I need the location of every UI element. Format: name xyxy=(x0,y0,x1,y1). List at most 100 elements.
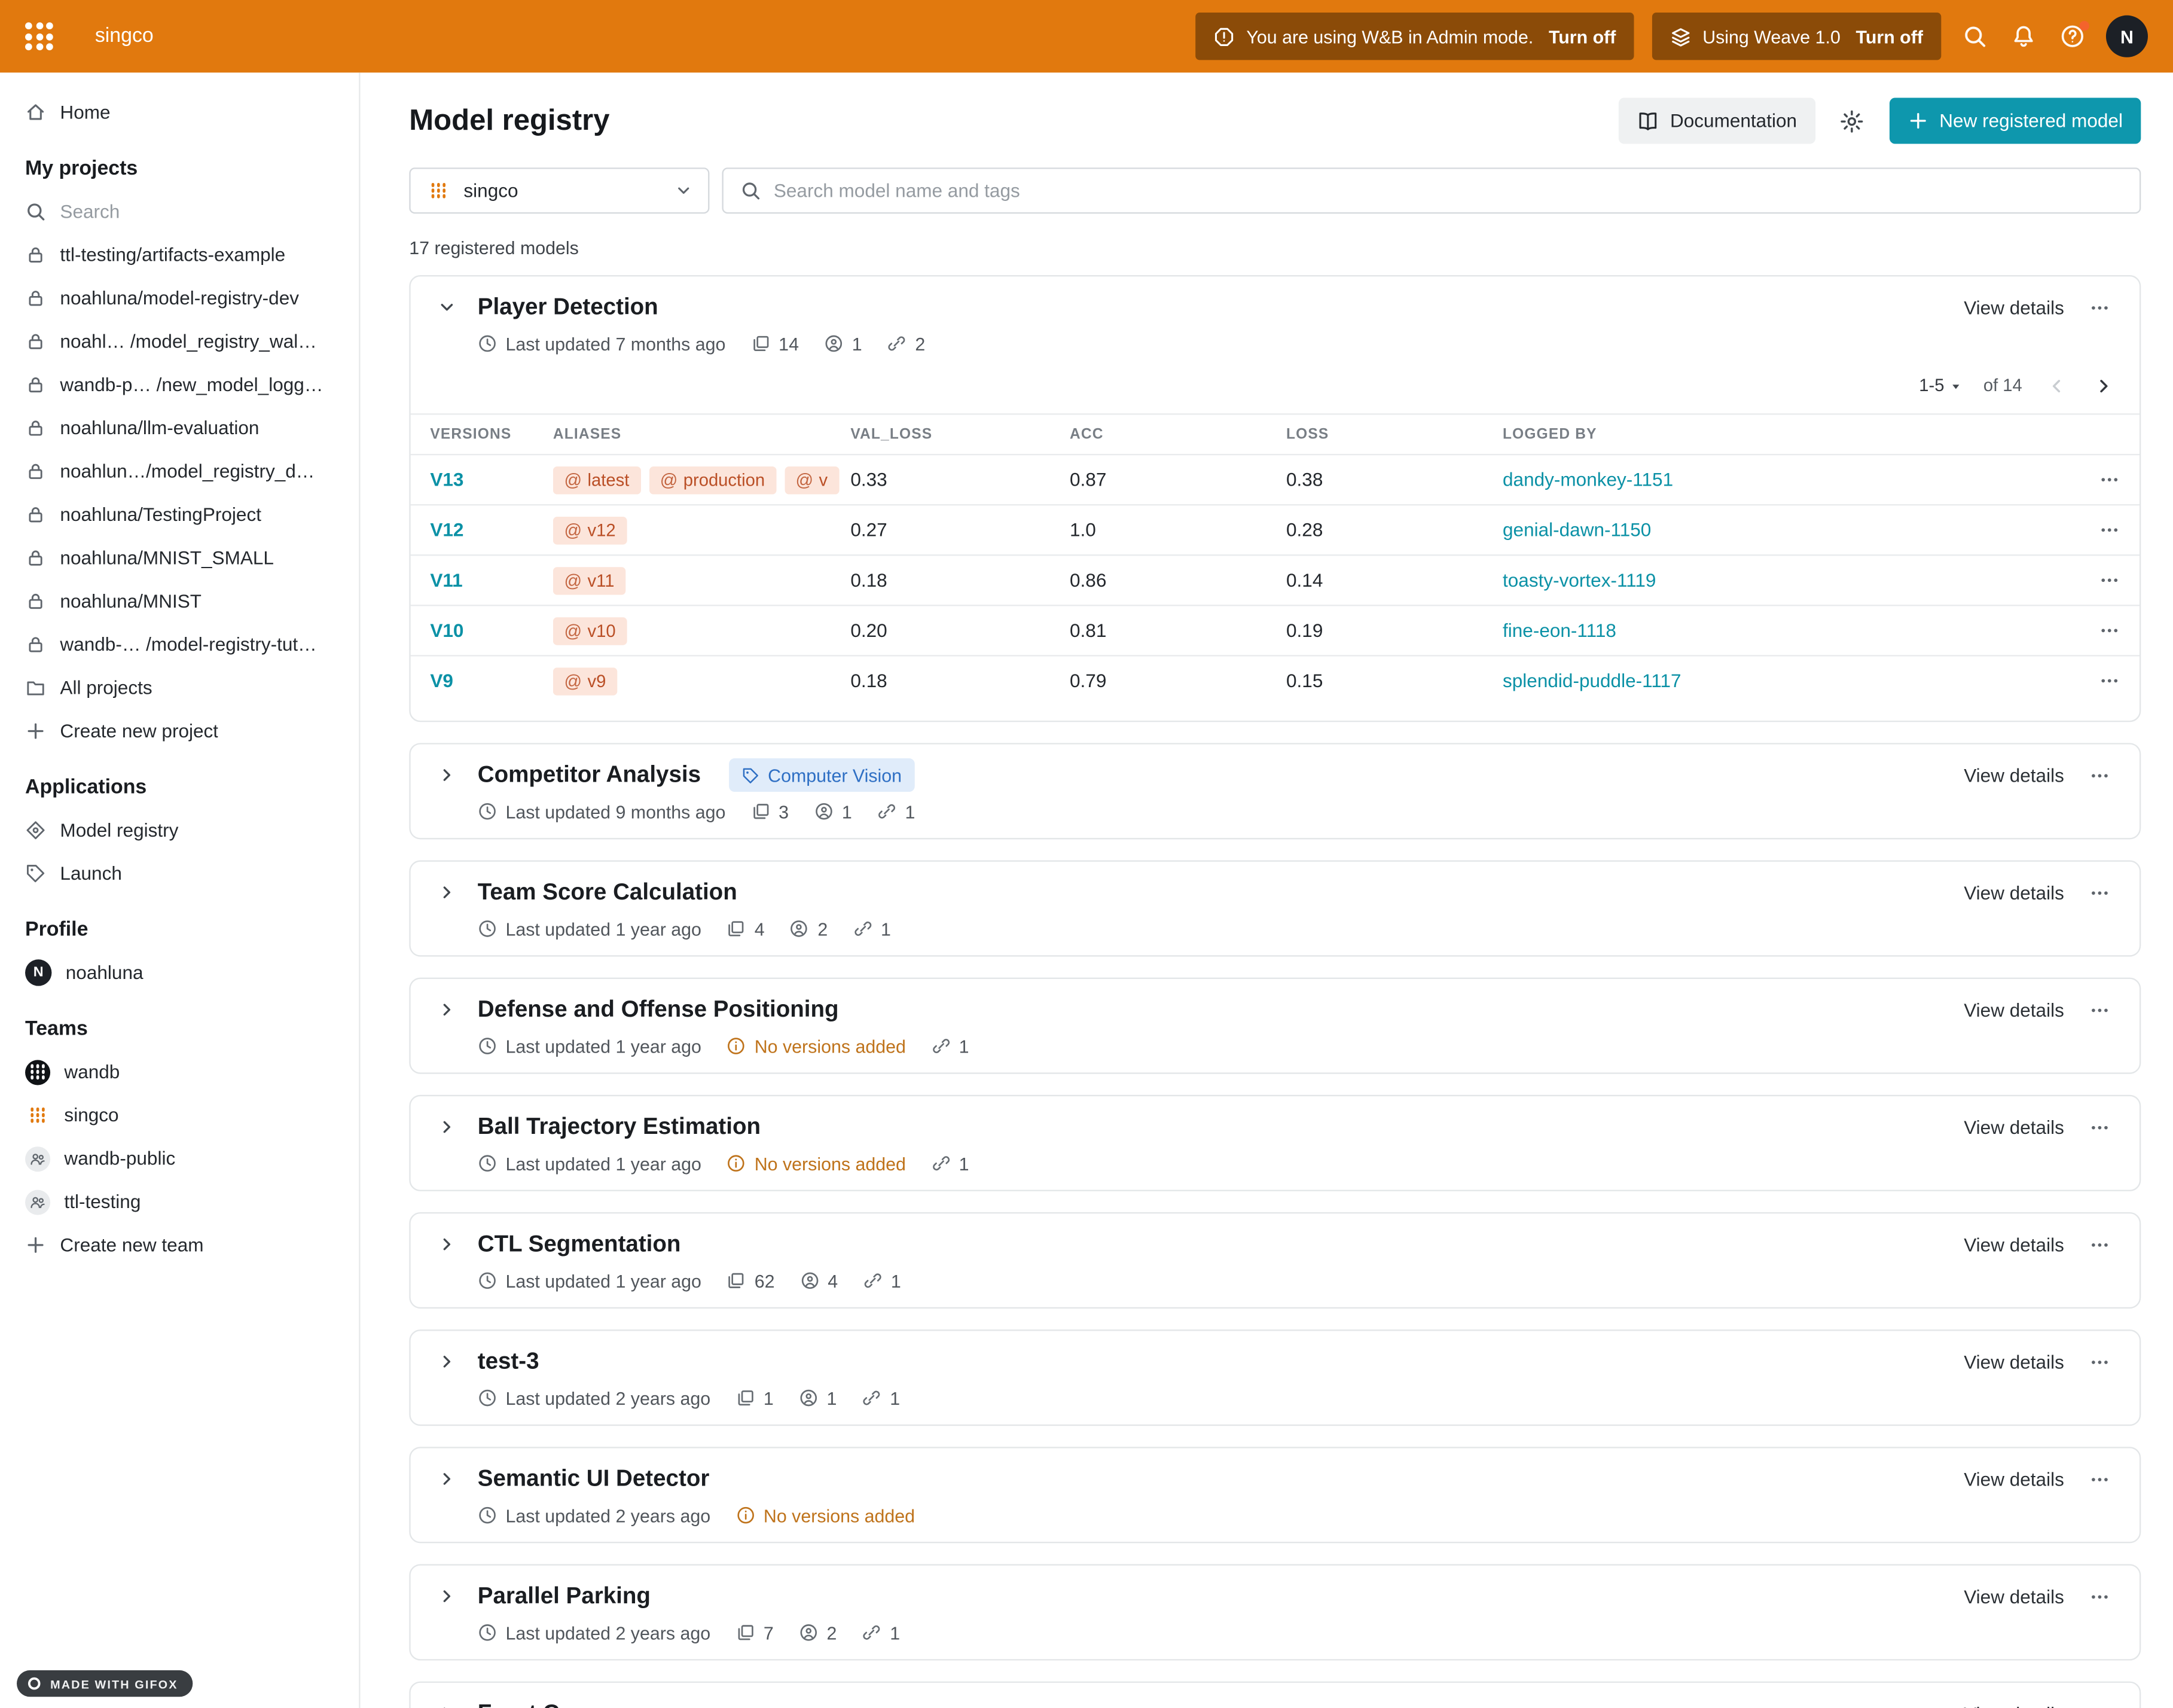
model-title[interactable]: Competitor Analysis xyxy=(478,762,701,788)
sidebar-project-item[interactable]: noahluna/model-registry-dev xyxy=(0,276,359,319)
more-options-button[interactable] xyxy=(2081,758,2117,792)
view-details-button[interactable]: View details xyxy=(1964,882,2064,903)
alias-chip[interactable]: @latest xyxy=(553,466,640,494)
model-title[interactable]: Ball Trajectory Estimation xyxy=(478,1114,761,1140)
more-options-button[interactable] xyxy=(2081,1110,2117,1143)
view-details-button[interactable]: View details xyxy=(1964,1586,2064,1607)
sidebar-team-item[interactable]: ttl-testing xyxy=(0,1180,359,1223)
sidebar-team-item[interactable]: singco xyxy=(0,1093,359,1136)
model-title[interactable]: Team Score Calculation xyxy=(478,879,737,905)
prev-page-button[interactable] xyxy=(2042,371,2070,399)
expand-chevron-icon[interactable] xyxy=(433,1230,461,1258)
logged-by-run-link[interactable]: genial-dawn-1150 xyxy=(1503,520,2078,541)
settings-button[interactable] xyxy=(1829,97,1875,144)
page-range-selector[interactable]: 1-5 xyxy=(1919,376,1964,395)
more-options-button[interactable] xyxy=(2081,1697,2117,1708)
sidebar-item-all-projects[interactable]: All projects xyxy=(0,666,359,709)
sidebar-item-launch[interactable]: Launch xyxy=(0,852,359,895)
expand-chevron-icon[interactable] xyxy=(433,1113,461,1141)
weave-turn-off-button[interactable]: Turn off xyxy=(1856,26,1923,47)
sidebar-item-profile[interactable]: N noahluna xyxy=(0,951,359,994)
row-more-options-button[interactable] xyxy=(2090,513,2127,547)
sidebar-team-item[interactable]: wandb-public xyxy=(0,1137,359,1180)
logged-by-run-link[interactable]: splendid-puddle-1117 xyxy=(1503,670,2078,691)
view-details-button[interactable]: View details xyxy=(1964,999,2064,1020)
row-more-options-button[interactable] xyxy=(2090,463,2127,496)
sidebar-item-create-project[interactable]: Create new project xyxy=(0,709,359,752)
logged-by-run-link[interactable]: dandy-monkey-1151 xyxy=(1503,469,2078,490)
expand-chevron-icon[interactable] xyxy=(433,879,461,907)
view-details-button[interactable]: View details xyxy=(1964,1351,2064,1372)
model-title[interactable]: CTL Segmentation xyxy=(478,1231,681,1257)
notifications-bell-icon[interactable] xyxy=(2008,21,2038,51)
model-title[interactable]: Semantic UI Detector xyxy=(478,1466,710,1492)
row-more-options-button[interactable] xyxy=(2090,614,2127,647)
version-link[interactable]: V10 xyxy=(430,620,553,641)
sidebar-item-create-team[interactable]: Create new team xyxy=(0,1224,359,1267)
alias-chip[interactable]: @v12 xyxy=(553,516,627,544)
user-avatar[interactable]: N xyxy=(2106,16,2148,57)
sidebar-project-item[interactable]: noahluna/llm-evaluation xyxy=(0,407,359,450)
sidebar-project-item[interactable]: wandb-p… /new_model_logg… xyxy=(0,363,359,406)
more-options-button[interactable] xyxy=(2081,1228,2117,1261)
help-icon[interactable] xyxy=(2057,21,2087,51)
expand-chevron-icon[interactable] xyxy=(433,1582,461,1611)
more-options-button[interactable] xyxy=(2081,1345,2117,1378)
sidebar-project-item[interactable]: noahlun…/model_registry_d… xyxy=(0,450,359,493)
entity-selector[interactable]: singco xyxy=(409,167,709,214)
version-link[interactable]: V11 xyxy=(430,570,553,591)
sidebar-project-item[interactable]: noahl… /model_registry_wal… xyxy=(0,320,359,363)
expand-chevron-icon[interactable] xyxy=(433,1347,461,1375)
row-more-options-button[interactable] xyxy=(2090,664,2127,697)
model-search-input[interactable] xyxy=(774,180,2123,201)
version-link[interactable]: V12 xyxy=(430,520,553,541)
view-details-button[interactable]: View details xyxy=(1964,1703,2064,1708)
row-more-options-button[interactable] xyxy=(2090,563,2127,597)
sidebar-team-item[interactable]: wandb xyxy=(0,1050,359,1093)
model-title[interactable]: Defense and Offense Positioning xyxy=(478,996,839,1023)
view-details-button[interactable]: View details xyxy=(1964,765,2064,786)
next-page-button[interactable] xyxy=(2089,371,2117,399)
collapse-chevron-icon[interactable] xyxy=(433,293,461,321)
sidebar-project-item[interactable]: noahluna/MNIST_SMALL xyxy=(0,536,359,580)
admin-turn-off-button[interactable]: Turn off xyxy=(1549,26,1616,47)
model-title[interactable]: test-3 xyxy=(478,1349,539,1375)
new-registered-model-button[interactable]: New registered model xyxy=(1889,97,2141,144)
expand-chevron-icon[interactable] xyxy=(433,1700,461,1708)
expand-chevron-icon[interactable] xyxy=(433,1465,461,1493)
documentation-button[interactable]: Documentation xyxy=(1619,97,1815,144)
expand-chevron-icon[interactable] xyxy=(433,761,461,789)
sidebar-project-item[interactable]: noahluna/TestingProject xyxy=(0,493,359,536)
more-options-button[interactable] xyxy=(2081,1462,2117,1496)
version-link[interactable]: V9 xyxy=(430,670,553,691)
project-search-input[interactable] xyxy=(60,201,334,222)
search-icon[interactable] xyxy=(1960,21,1990,51)
view-details-button[interactable]: View details xyxy=(1964,1117,2064,1137)
model-title[interactable]: Front Camera xyxy=(478,1700,628,1708)
sidebar-project-item[interactable]: ttl-testing/artifacts-example xyxy=(0,233,359,276)
version-link[interactable]: V13 xyxy=(430,469,553,490)
more-options-button[interactable] xyxy=(2081,291,2117,324)
view-details-button[interactable]: View details xyxy=(1964,1234,2064,1255)
sidebar-item-home[interactable]: Home xyxy=(0,91,359,134)
category-tag[interactable]: Computer Vision xyxy=(729,758,914,792)
sidebar-project-item[interactable]: noahluna/MNIST xyxy=(0,580,359,623)
alias-chip[interactable]: @v9 xyxy=(553,667,617,695)
sidebar-project-item[interactable]: wandb-… /model-registry-tut… xyxy=(0,623,359,666)
alias-chip[interactable]: @v xyxy=(785,466,839,494)
model-title[interactable]: Player Detection xyxy=(478,294,658,321)
wandb-logo-icon[interactable] xyxy=(25,22,53,50)
logged-by-run-link[interactable]: fine-eon-1118 xyxy=(1503,620,2078,641)
alias-chip[interactable]: @production xyxy=(649,466,776,494)
more-options-button[interactable] xyxy=(2081,1579,2117,1613)
view-details-button[interactable]: View details xyxy=(1964,297,2064,318)
more-options-button[interactable] xyxy=(2081,876,2117,909)
alias-chip[interactable]: @v10 xyxy=(553,617,627,645)
view-details-button[interactable]: View details xyxy=(1964,1468,2064,1489)
logged-by-run-link[interactable]: toasty-vortex-1119 xyxy=(1503,570,2078,591)
more-options-button[interactable] xyxy=(2081,993,2117,1026)
alias-chip[interactable]: @v11 xyxy=(553,566,625,594)
expand-chevron-icon[interactable] xyxy=(433,996,461,1024)
model-title[interactable]: Parallel Parking xyxy=(478,1583,651,1609)
sidebar-item-model-registry[interactable]: Model registry xyxy=(0,809,359,852)
